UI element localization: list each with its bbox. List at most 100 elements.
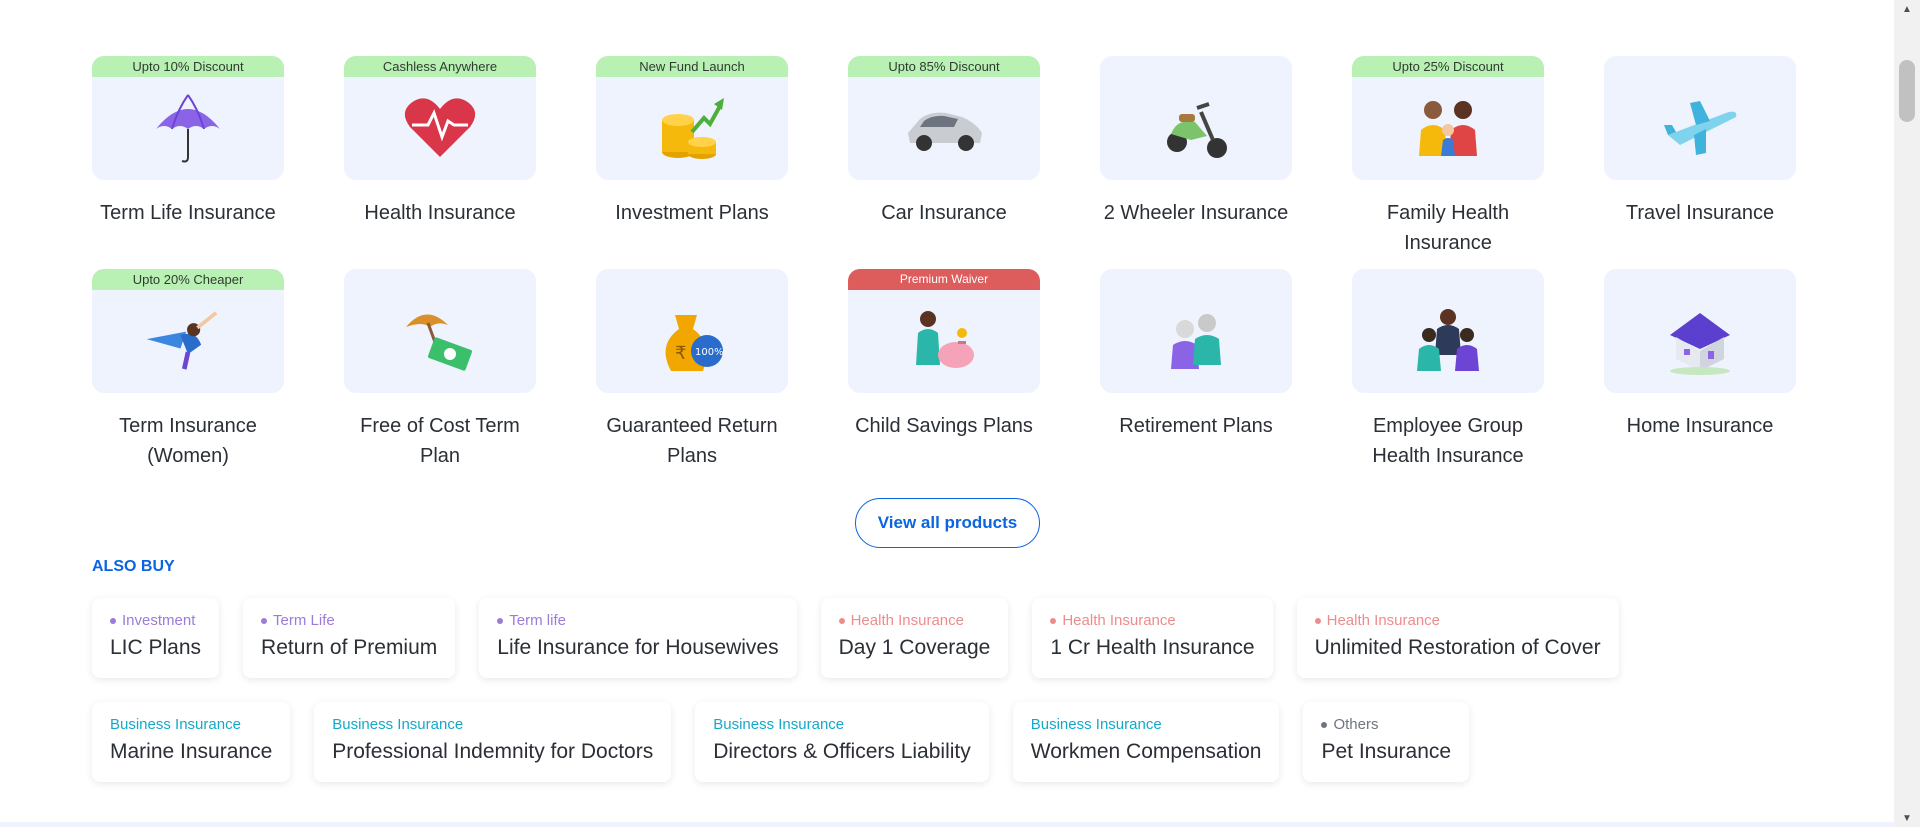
also-buy-return-of-premium[interactable]: Term Life Return of Premium bbox=[243, 598, 456, 678]
product-row-1: Upto 10% Discount Term Life Insurance Ca… bbox=[92, 56, 1802, 269]
airplane-icon bbox=[1655, 87, 1745, 167]
product-label: Term Life Insurance bbox=[100, 202, 276, 224]
bullet-dot-icon bbox=[261, 618, 268, 624]
svg-text:100%: 100% bbox=[695, 347, 724, 358]
bullet-dot-icon bbox=[1050, 618, 1057, 624]
product-family-health-insurance[interactable]: Upto 25% Discount Family Health Insuranc… bbox=[1352, 56, 1544, 269]
product-child-savings-plans[interactable]: Premium Waiver Child Savings Plans bbox=[848, 269, 1040, 498]
also-buy-unlimited-restoration[interactable]: Health Insurance Unlimited Restoration o… bbox=[1296, 598, 1619, 678]
superwoman-icon bbox=[143, 300, 233, 380]
scroll-up-arrow-icon[interactable]: ▲ bbox=[1894, 0, 1920, 18]
elderly-couple-icon bbox=[1151, 300, 1241, 380]
product-investment-plans[interactable]: New Fund Launch Investment Plans bbox=[596, 56, 788, 269]
product-card: Upto 85% Discount bbox=[848, 56, 1040, 180]
chip-category: Health Insurance bbox=[838, 612, 991, 630]
product-label: Employee Group Health Insurance bbox=[1372, 415, 1524, 467]
also-buy-directors-officers-liability[interactable]: Business Insurance Directors & Officers … bbox=[695, 702, 989, 782]
product-term-insurance-women[interactable]: Upto 20% Cheaper Term Insurance (Women) bbox=[92, 269, 284, 498]
product-card bbox=[1100, 269, 1292, 393]
scrollbar-thumb[interactable] bbox=[1899, 60, 1915, 122]
product-label: Free of Cost Term Plan bbox=[360, 415, 520, 467]
also-buy-lic-plans[interactable]: Investment LIC Plans bbox=[92, 598, 220, 678]
bullet-dot-icon bbox=[497, 618, 504, 624]
chip-title: Professional Indemnity for Doctors bbox=[332, 740, 654, 763]
chip-title: Directors & Officers Liability bbox=[713, 740, 971, 763]
vertical-scrollbar[interactable]: ▲ ▼ bbox=[1894, 0, 1920, 827]
product-label: Car Insurance bbox=[881, 202, 1007, 224]
chip-title: 1 Cr Health Insurance bbox=[1050, 636, 1255, 659]
product-card: Upto 10% Discount bbox=[92, 56, 284, 180]
view-all-products-button[interactable]: View all products bbox=[855, 498, 1040, 548]
product-row-2: Upto 20% Cheaper Term Insurance (Women) bbox=[92, 269, 1802, 498]
scooter-icon bbox=[1151, 87, 1241, 167]
product-badge: Upto 20% Cheaper bbox=[92, 269, 284, 290]
section-divider bbox=[0, 822, 1894, 827]
chip-category: Others bbox=[1321, 716, 1451, 734]
product-badge: Upto 85% Discount bbox=[848, 56, 1040, 77]
product-grid: Upto 10% Discount Term Life Insurance Ca… bbox=[92, 56, 1802, 498]
product-card bbox=[344, 269, 536, 393]
product-card bbox=[1100, 56, 1292, 180]
product-card bbox=[1604, 269, 1796, 393]
chip-category: Term Life bbox=[261, 612, 437, 630]
chip-title: Unlimited Restoration of Cover bbox=[1314, 636, 1601, 659]
product-employee-group-health-insurance[interactable]: Employee Group Health Insurance bbox=[1352, 269, 1544, 498]
product-label: Child Savings Plans bbox=[855, 415, 1033, 437]
product-card bbox=[1604, 56, 1796, 180]
product-car-insurance[interactable]: Upto 85% Discount Car Insurance bbox=[848, 56, 1040, 269]
bullet-dot-icon bbox=[838, 618, 845, 624]
chip-category: Investment bbox=[110, 612, 201, 630]
chip-title: Marine Insurance bbox=[110, 740, 273, 763]
product-2-wheeler-insurance[interactable]: 2 Wheeler Insurance bbox=[1100, 56, 1292, 269]
scroll-down-arrow-icon[interactable]: ▼ bbox=[1894, 809, 1920, 827]
product-free-of-cost-term-plan[interactable]: Free of Cost Term Plan bbox=[344, 269, 536, 498]
page-content: Upto 10% Discount Term Life Insurance Ca… bbox=[0, 0, 1894, 827]
also-buy-pet-insurance[interactable]: Others Pet Insurance bbox=[1303, 702, 1470, 782]
chip-category: Term life bbox=[497, 612, 778, 630]
also-buy-day-1-coverage[interactable]: Health Insurance Day 1 Coverage bbox=[820, 598, 1009, 678]
product-term-life-insurance[interactable]: Upto 10% Discount Term Life Insurance bbox=[92, 56, 284, 269]
product-card: Premium Waiver bbox=[848, 269, 1040, 393]
chip-title: Life Insurance for Housewives bbox=[497, 636, 779, 659]
chip-title: Day 1 Coverage bbox=[838, 636, 991, 659]
product-card: Upto 25% Discount bbox=[1352, 56, 1544, 180]
bullet-dot-icon bbox=[1321, 722, 1328, 728]
product-label: Retirement Plans bbox=[1119, 415, 1273, 437]
product-label: Guaranteed Return Plans bbox=[606, 415, 778, 467]
product-travel-insurance[interactable]: Travel Insurance bbox=[1604, 56, 1796, 269]
product-retirement-plans[interactable]: Retirement Plans bbox=[1100, 269, 1292, 498]
heart-pulse-icon bbox=[395, 87, 485, 167]
also-buy-professional-indemnity[interactable]: Business Insurance Professional Indemnit… bbox=[314, 702, 672, 782]
chip-category: Health Insurance bbox=[1314, 612, 1601, 630]
product-card: ₹ 100% bbox=[596, 269, 788, 393]
product-label: Family Health Insurance bbox=[1386, 202, 1510, 254]
umbrella-cash-icon bbox=[395, 300, 485, 380]
chip-category: Business Insurance bbox=[713, 716, 845, 733]
product-guaranteed-return-plans[interactable]: ₹ 100% Guaranteed Return Plans bbox=[596, 269, 788, 498]
product-health-insurance[interactable]: Cashless Anywhere Health Insurance bbox=[344, 56, 536, 269]
product-badge: New Fund Launch bbox=[596, 56, 788, 77]
also-buy-row-1: Investment LIC Plans Term Life Return of… bbox=[92, 598, 1742, 678]
also-buy-1-cr-health-insurance[interactable]: Health Insurance 1 Cr Health Insurance bbox=[1032, 598, 1273, 678]
chip-title: Workmen Compensation bbox=[1030, 740, 1262, 763]
also-buy-workmen-compensation[interactable]: Business Insurance Workmen Compensation bbox=[1012, 702, 1280, 782]
family-icon bbox=[1403, 87, 1493, 167]
product-label: Health Insurance bbox=[364, 202, 516, 224]
chip-title: Pet Insurance bbox=[1321, 740, 1452, 763]
chip-category: Health Insurance bbox=[1050, 612, 1254, 630]
product-label: Home Insurance bbox=[1626, 415, 1774, 437]
product-card: New Fund Launch bbox=[596, 56, 788, 180]
product-badge: Cashless Anywhere bbox=[344, 56, 536, 77]
also-buy-life-insurance-housewives[interactable]: Term life Life Insurance for Housewives bbox=[479, 598, 797, 678]
product-home-insurance[interactable]: Home Insurance bbox=[1604, 269, 1796, 498]
also-buy-row-2: Business Insurance Marine Insurance Busi… bbox=[92, 702, 1742, 782]
product-label: 2 Wheeler Insurance bbox=[1103, 202, 1289, 224]
also-buy-marine-insurance[interactable]: Business Insurance Marine Insurance bbox=[92, 702, 291, 782]
employee-group-icon bbox=[1403, 300, 1493, 380]
chip-title: Return of Premium bbox=[261, 636, 438, 659]
also-buy-heading: ALSO BUY bbox=[92, 558, 175, 575]
product-label: Term Insurance (Women) bbox=[119, 415, 257, 467]
chip-category: Business Insurance bbox=[110, 716, 241, 733]
bullet-dot-icon bbox=[1314, 618, 1321, 624]
product-label: Investment Plans bbox=[615, 202, 769, 224]
